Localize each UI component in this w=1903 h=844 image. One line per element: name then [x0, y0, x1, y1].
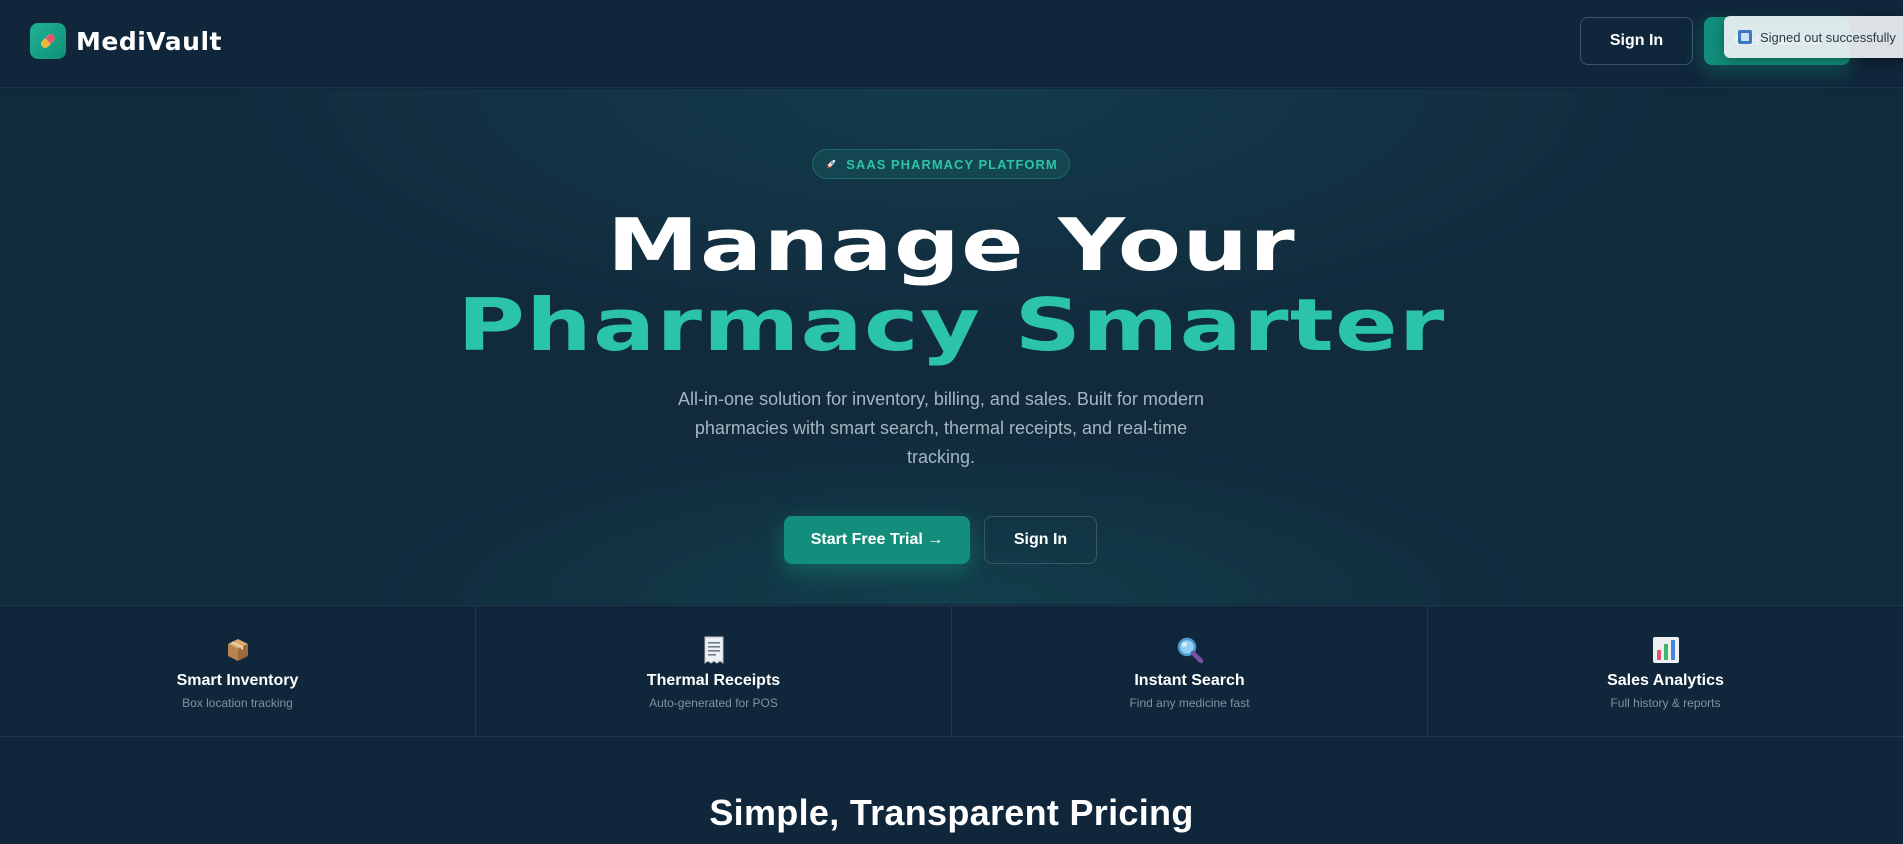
- feature-subtitle: Find any medicine fast: [1129, 696, 1250, 710]
- hero-title: Manage Your Pharmacy Smarter: [0, 205, 1903, 365]
- landing-page: MediVault Sign In Get Started Signed out…: [0, 0, 1903, 844]
- feature-title: Instant Search: [1134, 672, 1245, 689]
- hero-title-line2: Pharmacy Smarter: [457, 283, 1446, 367]
- feature-title: Sales Analytics: [1607, 672, 1724, 689]
- brand[interactable]: MediVault: [30, 23, 222, 59]
- hero-title-line1: Manage Your: [607, 203, 1296, 287]
- features-strip: Smart Inventory Box location tracking Th…: [0, 605, 1903, 737]
- start-free-trial-button[interactable]: Start Free Trial →: [784, 516, 970, 564]
- brand-name: MediVault: [76, 26, 222, 56]
- hero-section: SAAS PHARMACY PLATFORM Manage Your Pharm…: [0, 89, 1903, 604]
- magnifier-icon: [1176, 636, 1204, 664]
- success-icon: [1738, 30, 1752, 44]
- receipt-icon: [700, 636, 728, 664]
- feature-title: Thermal Receipts: [646, 672, 781, 689]
- feature-thermal-receipts: Thermal Receipts Auto-generated for POS: [476, 606, 952, 736]
- pricing-title: Simple, Transparent Pricing: [709, 792, 1194, 833]
- feature-smart-inventory: Smart Inventory Box location tracking: [0, 606, 476, 736]
- feature-subtitle: Auto-generated for POS: [649, 696, 778, 710]
- pill-logo-icon: [30, 23, 66, 59]
- bar-chart-icon: [1652, 636, 1680, 664]
- feature-title: Smart Inventory: [176, 672, 299, 689]
- top-nav: MediVault Sign In Get Started Signed out…: [0, 0, 1903, 88]
- hero-subtitle: All-in-one solution for inventory, billi…: [678, 389, 1204, 467]
- feature-instant-search: Instant Search Find any medicine fast: [952, 606, 1428, 736]
- platform-badge: SAAS PHARMACY PLATFORM: [812, 149, 1070, 179]
- toast-message: Signed out successfully: [1760, 29, 1896, 45]
- hero-signin-button[interactable]: Sign In: [984, 516, 1097, 564]
- signout-toast: Signed out successfully: [1724, 16, 1903, 58]
- feature-subtitle: Box location tracking: [182, 696, 293, 710]
- feature-subtitle: Full history & reports: [1610, 696, 1721, 710]
- feature-sales-analytics: Sales Analytics Full history & reports: [1428, 606, 1903, 736]
- rocket-icon: [824, 157, 838, 171]
- package-icon: [224, 636, 252, 664]
- badge-label: SAAS PHARMACY PLATFORM: [846, 156, 1058, 172]
- nav-signin-button[interactable]: Sign In: [1580, 17, 1693, 65]
